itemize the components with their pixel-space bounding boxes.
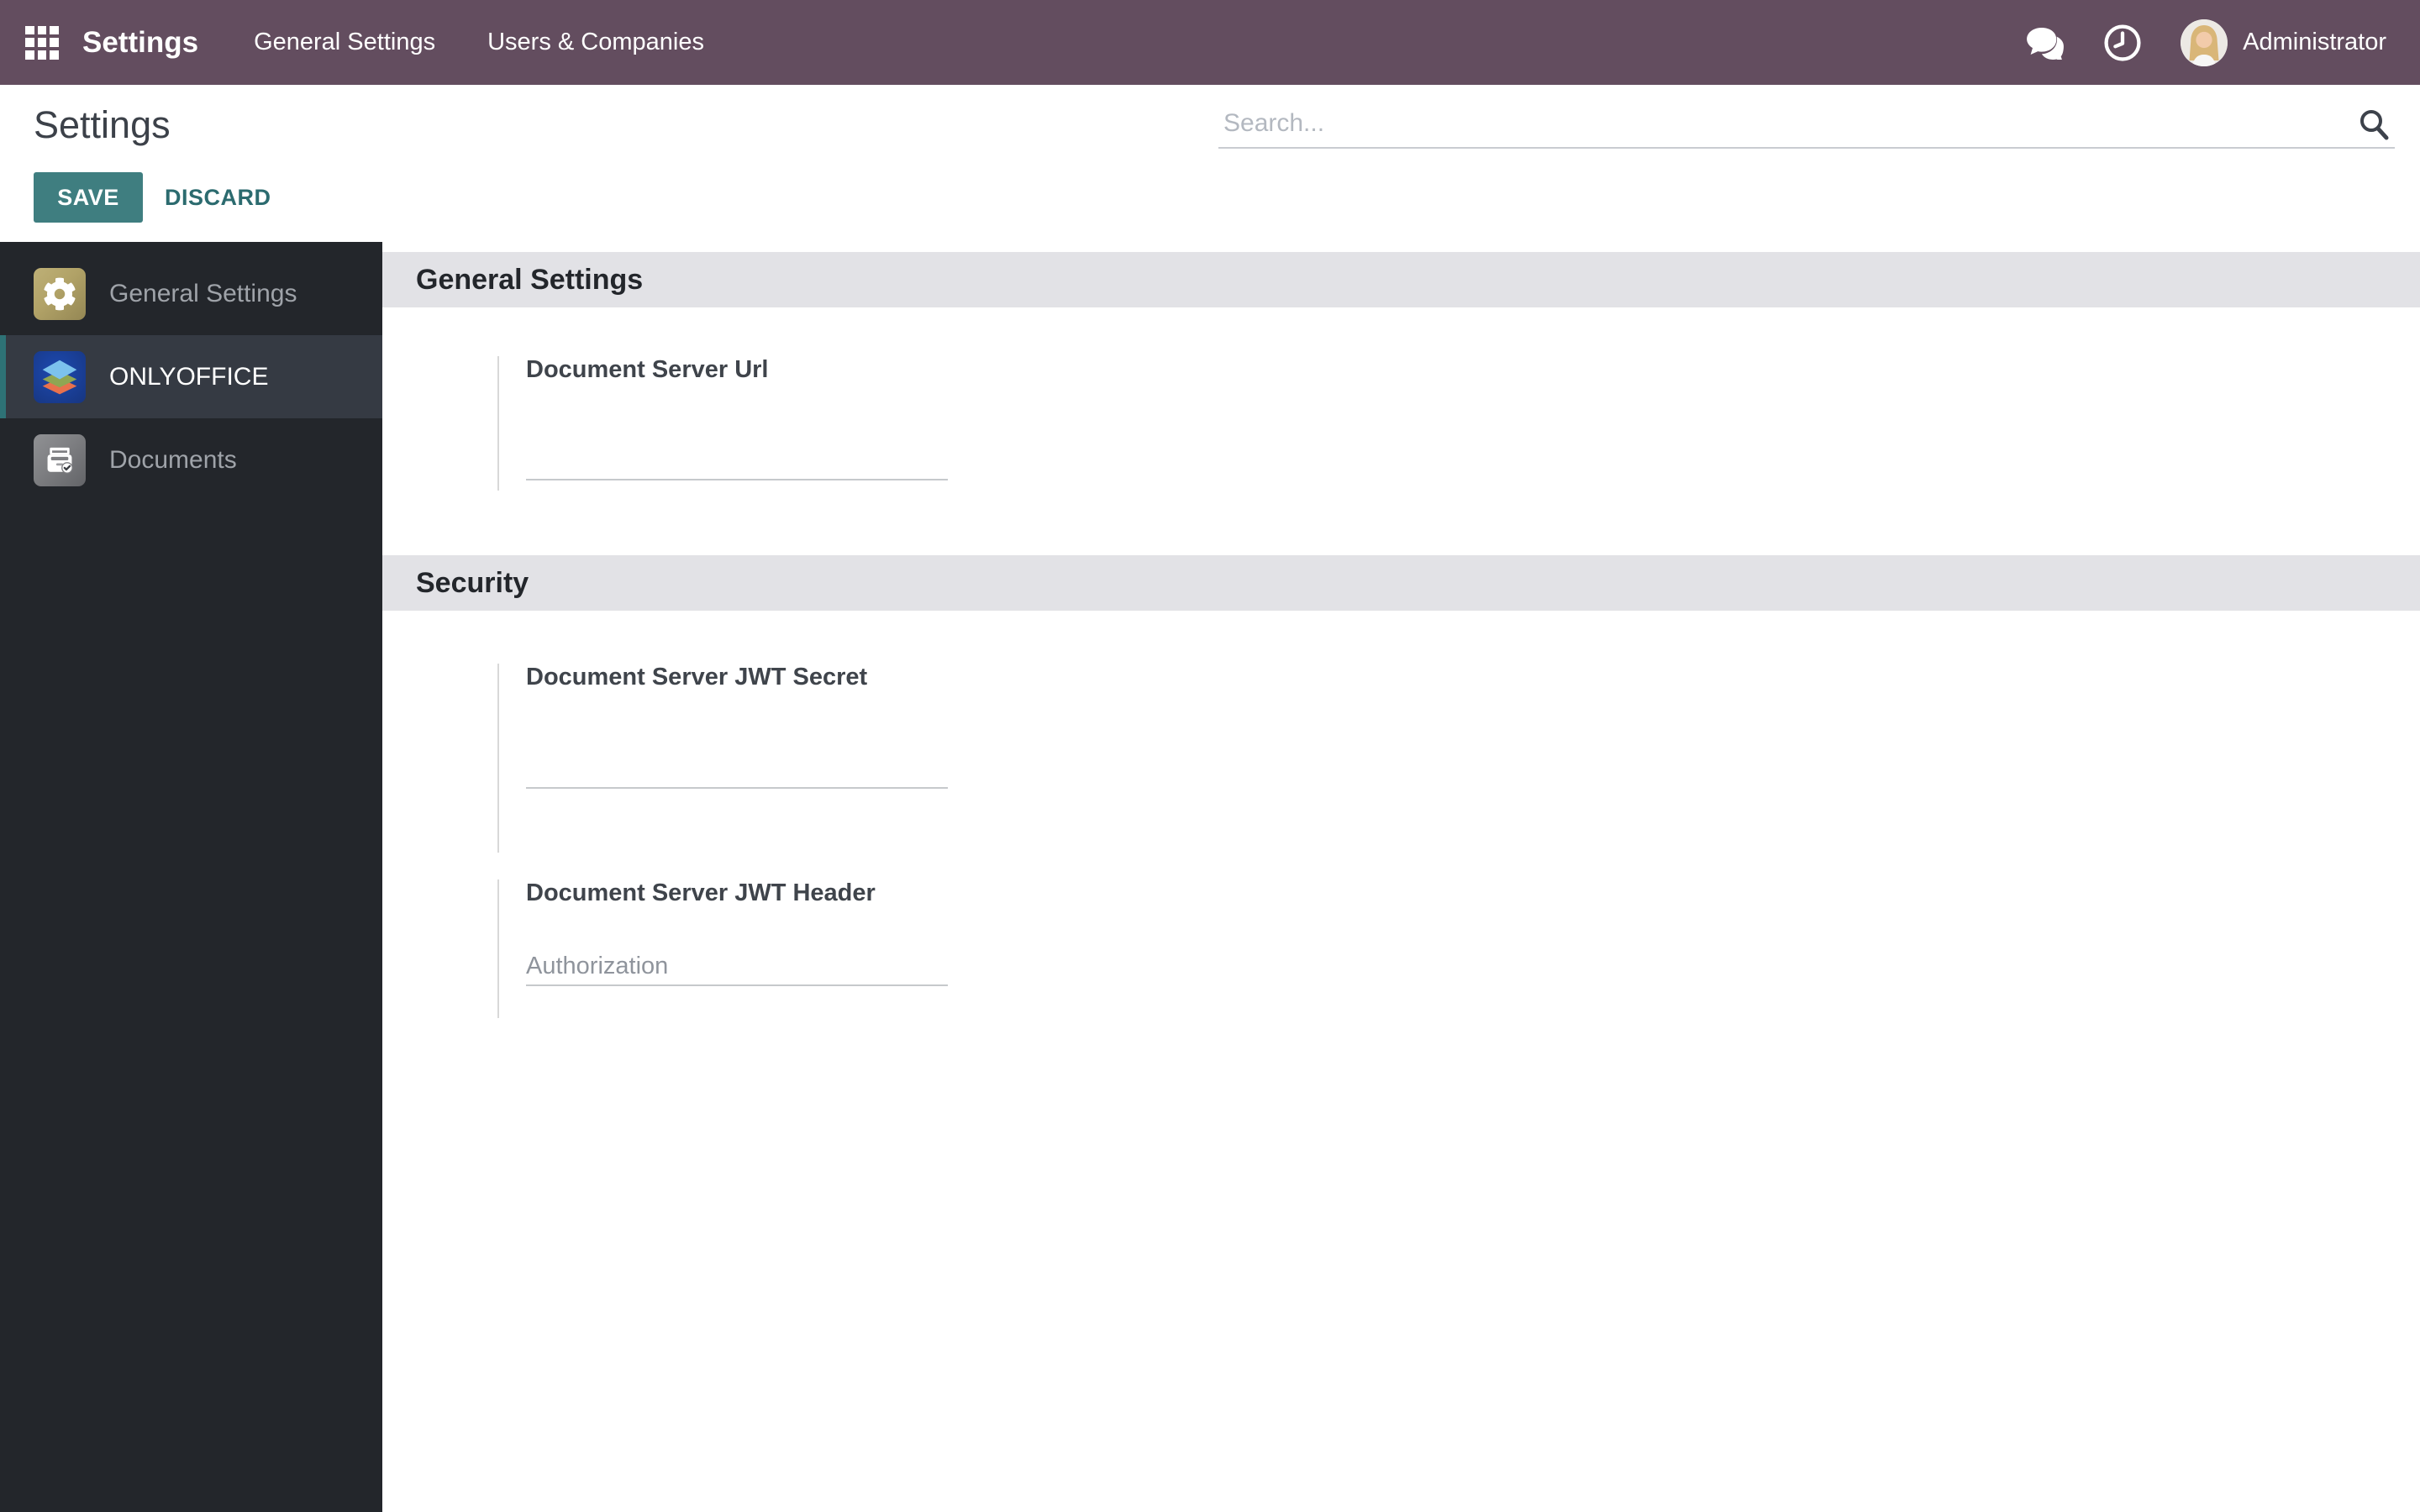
sidebar-item-documents[interactable]: Documents [0, 418, 382, 501]
document-server-url-input[interactable] [526, 442, 948, 480]
sidebar-item-label: ONLYOFFICE [109, 362, 269, 391]
setting-jwt-secret: Document Server JWT Secret [497, 664, 2420, 853]
gear-icon [34, 267, 86, 320]
jwt-secret-input[interactable] [526, 750, 948, 789]
control-panel: Settings SAVE DISCARD [0, 85, 2420, 242]
section-title: Security [416, 566, 529, 599]
setting-jwt-header: Document Server JWT Header [497, 879, 2420, 1018]
onlyoffice-icon [34, 350, 86, 403]
page-title: Settings [34, 103, 171, 146]
clock-icon[interactable] [2103, 24, 2142, 62]
section-header-general-settings: General Settings [382, 252, 2420, 307]
search-input[interactable] [1218, 100, 2344, 147]
settings-panel: General Settings Document Server Url Sec… [382, 242, 2420, 1512]
section-header-security: Security [382, 555, 2420, 611]
sidebar-item-general-settings[interactable]: General Settings [0, 252, 382, 335]
topbar-right: Administrator [2026, 18, 2386, 66]
top-navbar: Settings General Settings Users & Compan… [0, 0, 2420, 85]
apps-grid-icon[interactable] [25, 25, 59, 60]
chat-icon[interactable] [2026, 24, 2065, 62]
save-button[interactable]: SAVE [34, 172, 143, 223]
menu-users-companies[interactable]: Users & Companies [487, 29, 704, 56]
jwt-header-input[interactable] [526, 948, 948, 986]
sidebar-item-onlyoffice[interactable]: ONLYOFFICE [0, 335, 382, 418]
workspace: General Settings ONLYOFFICE Documents Ge… [0, 242, 2420, 1512]
avatar[interactable] [2181, 18, 2228, 66]
search-icon[interactable] [2356, 107, 2391, 146]
setting-document-server-url: Document Server Url [497, 356, 2420, 491]
field-label: Document Server JWT Header [526, 879, 876, 906]
field-label: Document Server Url [526, 356, 769, 383]
discard-button[interactable]: DISCARD [165, 172, 271, 223]
settings-sidebar: General Settings ONLYOFFICE Documents [0, 242, 382, 1512]
sidebar-item-label: Documents [109, 445, 237, 474]
section-title: General Settings [416, 263, 644, 296]
user-name[interactable]: Administrator [2243, 29, 2386, 56]
menu-general-settings[interactable]: General Settings [254, 29, 435, 56]
documents-icon [34, 433, 86, 486]
top-menu: General Settings Users & Companies [254, 29, 704, 56]
sidebar-item-label: General Settings [109, 279, 297, 307]
search-bar [1218, 100, 2395, 149]
field-label: Document Server JWT Secret [526, 664, 868, 690]
app-title[interactable]: Settings [82, 26, 198, 60]
